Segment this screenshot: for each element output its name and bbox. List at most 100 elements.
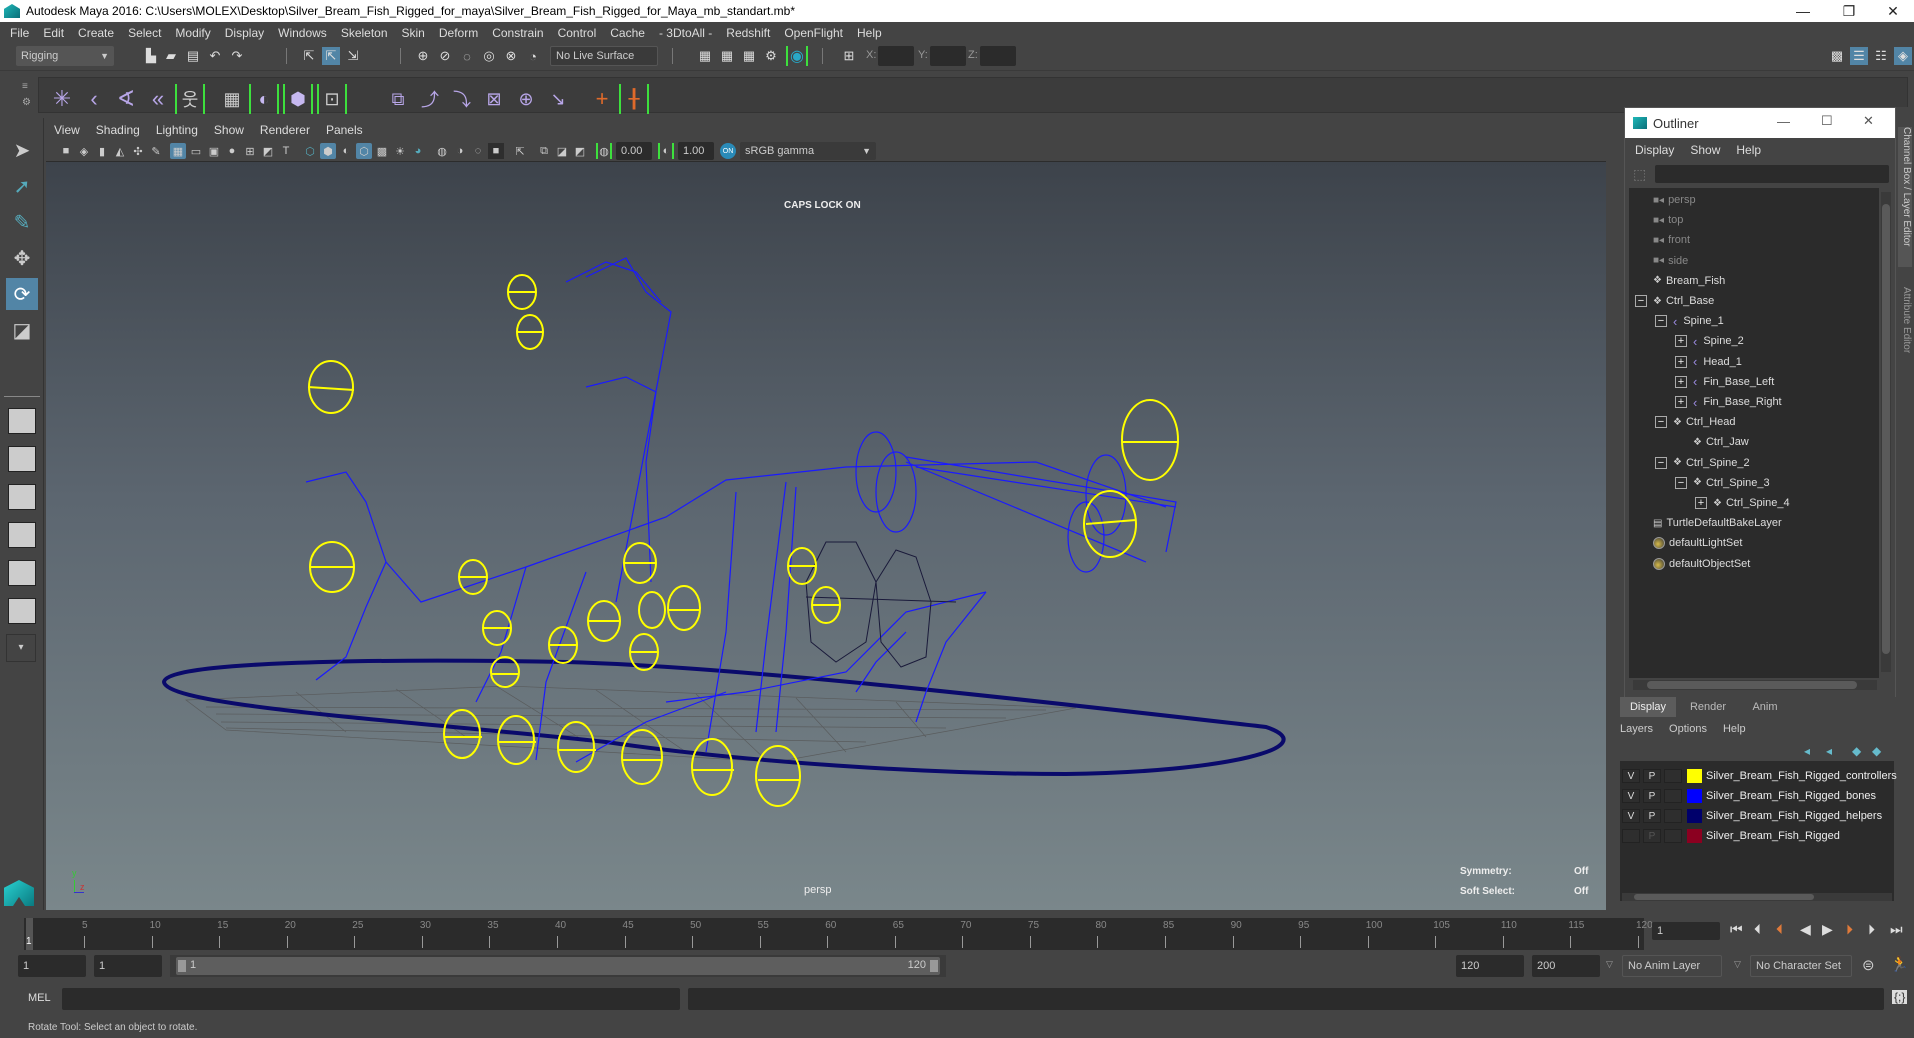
collapse-icon[interactable]: − [1655, 456, 1667, 469]
filter-select-icon[interactable]: ⬚ [1633, 166, 1646, 183]
parent-constraint-icon[interactable]: ⧉ [383, 84, 413, 114]
outliner-item[interactable]: + ‹ Fin_Base_Left [1675, 372, 1774, 392]
expand-icon[interactable]: + [1675, 375, 1687, 388]
ik-spline-icon[interactable]: ∢ [111, 84, 141, 114]
menu-select[interactable]: Select [128, 26, 161, 40]
visibility-toggle[interactable] [1622, 829, 1640, 843]
new-scene-icon[interactable]: ▙ [142, 47, 160, 65]
x-field[interactable] [878, 46, 914, 66]
close-button[interactable]: ✕ [1870, 0, 1914, 22]
layer-hscrollbar[interactable] [1622, 893, 1892, 901]
default-material-icon[interactable]: ◐ [338, 143, 354, 159]
lattice-icon[interactable]: ⬢ [283, 84, 313, 114]
expand-icon[interactable]: + [1675, 355, 1687, 368]
2d-pan-zoom-icon[interactable]: ✣ [130, 143, 146, 159]
playback-end-field[interactable]: 120 [1456, 955, 1524, 977]
outliner-vscrollbar[interactable] [1881, 192, 1891, 672]
new-layer-icon[interactable]: ◆ [1852, 744, 1861, 758]
expand-icon[interactable]: + [1675, 396, 1687, 408]
layer-color-swatch[interactable] [1687, 789, 1702, 803]
outliner-close-button[interactable]: ✕ [1863, 113, 1874, 129]
outliner-item[interactable]: − ‹ Spine_1 [1655, 311, 1724, 331]
menu-create[interactable]: Create [78, 26, 114, 40]
tab-display[interactable]: Display [1620, 697, 1676, 717]
color-management-toggle-icon[interactable]: ON [720, 143, 736, 159]
channel-box-toggle-icon[interactable]: ◈ [1894, 47, 1912, 65]
playback-toggle[interactable]: P [1643, 789, 1661, 803]
display-type-toggle[interactable] [1664, 809, 1682, 823]
outliner-item[interactable]: + ‹ Head_1 [1675, 352, 1742, 372]
range-end-handle[interactable] [930, 960, 938, 972]
isolate-select-icon[interactable]: ⇱ [512, 143, 528, 159]
insert-joint-icon[interactable]: « [143, 84, 173, 114]
layer-menu-layers[interactable]: Layers [1620, 723, 1653, 735]
current-frame-field[interactable]: 1 [1652, 922, 1720, 940]
scrollbar-thumb[interactable] [1647, 681, 1857, 689]
render-settings-icon[interactable]: ⚙ [762, 47, 780, 65]
bookmark-icon[interactable]: ▮ [94, 143, 110, 159]
menu-skeleton[interactable]: Skeleton [341, 26, 388, 40]
xray-joints-icon[interactable]: ◪ [554, 143, 570, 159]
anim-layer-dropdown[interactable]: No Anim Layer [1622, 955, 1722, 977]
layer-row[interactable]: P Silver_Bream_Fish_Rigged [1622, 827, 1840, 845]
outliner-menu-help[interactable]: Help [1736, 143, 1761, 157]
menu-help[interactable]: Help [857, 26, 882, 40]
menu-openflight[interactable]: OpenFlight [784, 26, 843, 40]
bind-skin-icon[interactable]: ▦ [217, 84, 247, 114]
antialiasing-icon[interactable]: ◌ [470, 143, 486, 159]
layer-menu-help[interactable]: Help [1723, 723, 1746, 735]
snap-point-icon[interactable]: ◌ [458, 47, 476, 65]
single-view-layout-button[interactable] [8, 408, 36, 434]
scrollbar-thumb[interactable] [1882, 204, 1890, 654]
layer-row[interactable]: V P Silver_Bream_Fish_Rigged_bones [1622, 787, 1876, 805]
outliner-item[interactable]: ❖ Bream_Fish [1653, 271, 1725, 291]
select-component-icon[interactable]: ⇲ [344, 47, 362, 65]
use-lights-icon[interactable]: ☀ [392, 143, 408, 159]
menu-control[interactable]: Control [558, 26, 597, 40]
layer-color-swatch[interactable] [1687, 829, 1702, 843]
collapse-icon[interactable]: − [1675, 476, 1687, 489]
persp-graph-layout-button[interactable] [8, 522, 36, 548]
camera-attributes-icon[interactable]: ◈ [76, 143, 92, 159]
mel-input[interactable] [62, 988, 680, 1010]
play-backward-icon[interactable]: ◀ [1800, 921, 1811, 938]
mel-language-toggle[interactable]: MEL [28, 992, 51, 1004]
step-forward-frame-icon[interactable]: ⏵ [1868, 921, 1875, 938]
z-field[interactable] [980, 46, 1016, 66]
layer-row[interactable]: V P Silver_Bream_Fish_Rigged_helpers [1622, 807, 1882, 825]
vp-menu-panels[interactable]: Panels [326, 123, 363, 137]
open-scene-icon[interactable]: ▰ [162, 47, 180, 65]
ik-handle-icon[interactable]: ‹ [79, 84, 109, 114]
go-to-end-icon[interactable]: ⏭ [1890, 921, 1903, 938]
time-slider-track[interactable]: 1 5 10 15 20 25 30 35 40 45 50 55 60 65 70 75 80 85 90 95 1… [24, 918, 1653, 950]
character-set-chevron-icon[interactable]: ▽ [1734, 959, 1741, 970]
outliner-item[interactable]: ■◂ top [1653, 210, 1683, 230]
menuset-dropdown[interactable]: Rigging ▼ [16, 46, 114, 66]
point-constraint-icon[interactable]: ⤴ [415, 84, 445, 114]
joint-tool-icon[interactable]: ✳ [47, 84, 77, 114]
visibility-toggle[interactable]: V [1622, 789, 1640, 803]
tab-attribute-editor[interactable]: Attribute Editor [1898, 287, 1912, 387]
snap-live-icon[interactable]: ◔ [524, 47, 542, 65]
scale-constraint-icon[interactable]: ⊠ [479, 84, 509, 114]
snap-view-icon[interactable]: ◎ [480, 47, 498, 65]
wireframe-icon[interactable]: ⬡ [302, 143, 318, 159]
playback-start-field[interactable]: 1 [94, 955, 162, 977]
display-type-toggle[interactable] [1664, 769, 1682, 783]
outliner-item[interactable]: ■◂ persp [1653, 190, 1696, 210]
outliner-item[interactable]: ■◂ front [1653, 230, 1690, 250]
vp-menu-show[interactable]: Show [214, 123, 244, 137]
collapse-icon[interactable]: − [1655, 416, 1667, 429]
menu-modify[interactable]: Modify [175, 26, 210, 40]
vp-menu-shading[interactable]: Shading [96, 123, 140, 137]
new-layer-selected-icon[interactable]: ◆ [1872, 744, 1881, 758]
layer-row[interactable]: V P Silver_Bream_Fish_Rigged_controllers [1622, 767, 1897, 785]
move-tool-icon[interactable]: ✥ [6, 242, 38, 274]
character-set-dropdown[interactable]: No Character Set [1750, 955, 1852, 977]
select-object-icon[interactable]: ⇱ [322, 47, 340, 65]
step-forward-key-icon[interactable]: ⏵ [1846, 921, 1853, 938]
persp-outliner-graph-layout-button[interactable] [8, 598, 36, 624]
hypershade-layout-button[interactable] [8, 560, 36, 586]
scrollbar-thumb[interactable] [1634, 894, 1814, 900]
menu-constrain[interactable]: Constrain [492, 26, 543, 40]
